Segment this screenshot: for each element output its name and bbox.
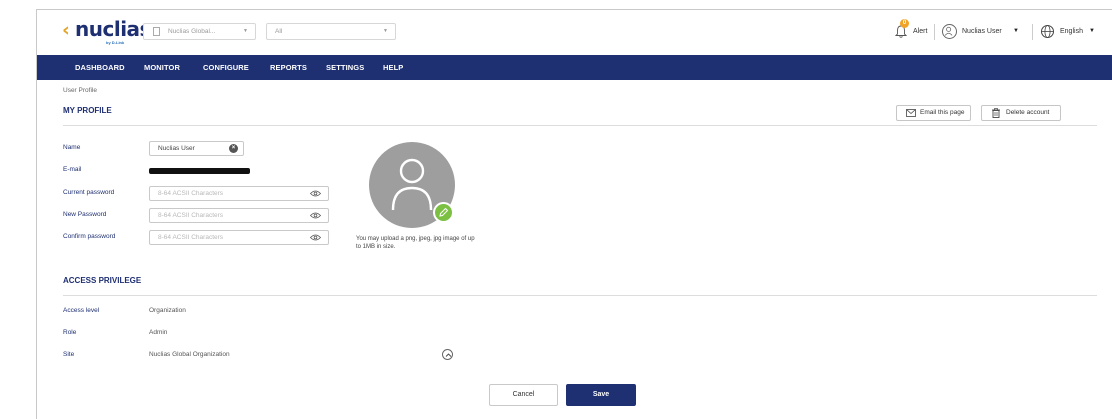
password-placeholder: 8-64 ACSII Characters <box>158 234 224 241</box>
language-select[interactable]: English <box>1060 28 1083 35</box>
pencil-icon <box>439 207 449 217</box>
divider <box>1032 24 1033 40</box>
access-level-value: Organization <box>149 307 186 314</box>
eye-icon[interactable] <box>310 212 321 219</box>
chevron-down-icon: ▼ <box>383 28 388 34</box>
user-icon[interactable] <box>942 24 957 39</box>
email-value-redacted <box>149 168 250 174</box>
collapse-site-button[interactable] <box>442 349 453 360</box>
nav-reports[interactable]: REPORTS <box>270 55 307 80</box>
edit-avatar-button[interactable] <box>433 202 454 223</box>
access-privilege-title: ACCESS PRIVILEGE <box>63 276 142 285</box>
eye-icon[interactable] <box>310 234 321 241</box>
nav-settings[interactable]: SETTINGS <box>326 55 364 80</box>
logo-text: nuclias <box>75 17 151 41</box>
role-label: Role <box>63 329 77 336</box>
app-window: ‹ nuclias by D-Link Nuclias Global... ▼ … <box>36 9 1112 419</box>
divider <box>63 295 1097 296</box>
caret-down-icon[interactable]: ▼ <box>1013 28 1019 34</box>
nuclias-logo[interactable]: ‹ nuclias by D-Link <box>62 17 151 49</box>
alert-link[interactable]: Alert <box>913 28 927 35</box>
logo-chevron-icon: ‹ <box>62 19 70 41</box>
logo-subtext: by D-Link <box>106 40 125 45</box>
email-page-button[interactable]: Email this page <box>896 105 971 121</box>
nav-help[interactable]: HELP <box>383 55 403 80</box>
my-profile-title: MY PROFILE <box>63 106 112 115</box>
breadcrumb[interactable]: User Profile <box>63 87 97 94</box>
confirm-password-field[interactable]: 8-64 ACSII Characters <box>149 230 329 245</box>
new-password-field[interactable]: 8-64 ACSII Characters <box>149 208 329 223</box>
divider <box>934 24 935 40</box>
header-tools: 0 Alert Nuclias User ▼ English ▼ <box>872 19 1112 44</box>
name-label: Name <box>63 144 81 151</box>
mail-icon <box>906 109 916 117</box>
password-placeholder: 8-64 ACSII Characters <box>158 190 224 197</box>
confirm-password-label: Confirm password <box>63 233 116 240</box>
new-password-label: New Password <box>63 211 107 218</box>
upload-note: You may upload a png, jpeg, jpg image of… <box>356 236 475 250</box>
password-placeholder: 8-64 ACSII Characters <box>158 212 224 219</box>
name-field[interactable]: Nuclias User × <box>149 141 244 156</box>
nav-dashboard[interactable]: DASHBOARD <box>75 55 125 80</box>
name-field-value: Nuclias User <box>158 145 195 152</box>
nav-monitor[interactable]: MONITOR <box>144 55 180 80</box>
main-nav: DASHBOARD MONITOR CONFIGURE REPORTS SETT… <box>37 55 1112 80</box>
email-label: E-mail <box>63 166 82 173</box>
site-select[interactable]: All ▼ <box>266 23 396 40</box>
eye-icon[interactable] <box>310 190 321 197</box>
delete-account-button[interactable]: Delete account <box>981 105 1061 121</box>
chevron-up-icon <box>445 353 452 357</box>
site-label: Site <box>63 351 75 358</box>
organization-select[interactable]: Nuclias Global... ▼ <box>143 23 256 40</box>
trash-icon <box>992 108 1000 118</box>
user-silhouette-icon <box>391 158 433 211</box>
delete-account-label: Delete account <box>1006 109 1050 116</box>
email-page-label: Email this page <box>920 109 965 116</box>
chevron-down-icon: ▼ <box>243 28 248 34</box>
globe-icon[interactable] <box>1040 24 1055 39</box>
building-icon <box>153 27 160 36</box>
organization-select-value: Nuclias Global... <box>168 28 216 35</box>
access-level-label: Access level <box>63 307 100 314</box>
role-value: Admin <box>149 329 168 336</box>
current-password-field[interactable]: 8-64 ACSII Characters <box>149 186 329 201</box>
divider <box>63 125 1097 126</box>
nav-configure[interactable]: CONFIGURE <box>203 55 249 80</box>
cancel-button[interactable]: Cancel <box>489 384 558 406</box>
site-value: Nuclias Global Organization <box>149 351 230 358</box>
site-select-value: All <box>275 28 283 35</box>
clear-icon[interactable]: × <box>229 144 238 153</box>
user-menu[interactable]: Nuclias User <box>962 28 1002 35</box>
alert-count-badge: 0 <box>900 19 909 28</box>
caret-down-icon[interactable]: ▼ <box>1089 28 1095 34</box>
save-button[interactable]: Save <box>566 384 636 406</box>
top-bar: ‹ nuclias by D-Link Nuclias Global... ▼ … <box>37 10 1112 55</box>
current-password-label: Current password <box>63 189 115 196</box>
